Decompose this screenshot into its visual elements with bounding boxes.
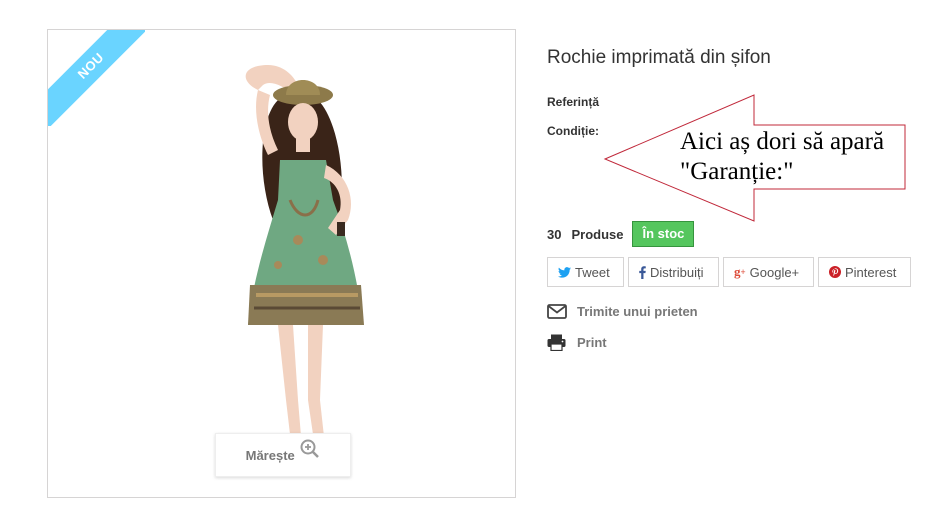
pinterest-button[interactable]: Pinterest xyxy=(818,257,911,287)
quantity-label: Produse xyxy=(571,226,624,242)
annotation-line-1: Aici aș dori să apară xyxy=(680,128,885,155)
facebook-share-label: Distribuiți xyxy=(650,264,704,280)
product-photo xyxy=(245,65,364,475)
google-plus-label: Google+ xyxy=(749,264,800,280)
zoom-in-icon xyxy=(300,433,320,477)
product-image-box[interactable]: NOU Mărește xyxy=(47,29,516,498)
printer-icon xyxy=(547,334,567,351)
facebook-share-button[interactable]: Distribuiți xyxy=(628,257,719,287)
annotation-text: Aici aș dori să apară "Garanție:" xyxy=(680,127,884,187)
facebook-icon xyxy=(639,265,646,279)
social-share-buttons: Tweet Distribuiți g + Google+ Pinterest xyxy=(547,257,911,287)
availability-badge: În stoc xyxy=(632,221,695,247)
google-plus-button[interactable]: g + Google+ xyxy=(723,257,814,287)
zoom-label: Mărește xyxy=(245,448,295,463)
zoom-button[interactable]: Mărește xyxy=(215,433,351,477)
pinterest-label: Pinterest xyxy=(845,264,897,280)
condition-label: Condiție: xyxy=(547,124,599,138)
quantity-value: 30 xyxy=(547,226,562,242)
new-ribbon: NOU xyxy=(48,30,145,126)
envelope-icon xyxy=(547,304,567,319)
google-plus-icon: g + xyxy=(734,264,746,279)
stock-row: 30 Produse În stoc xyxy=(547,221,695,247)
pinterest-icon xyxy=(829,266,841,278)
send-to-friend-label: Trimite unui prieten xyxy=(577,304,698,319)
tweet-button[interactable]: Tweet xyxy=(547,257,624,287)
twitter-icon xyxy=(558,266,571,278)
product-title: Rochie imprimată din șifon xyxy=(547,47,771,68)
print-link[interactable]: Print xyxy=(547,334,607,351)
tweet-label: Tweet xyxy=(575,264,610,280)
new-label: NOU xyxy=(74,49,107,82)
annotation-line-2: "Garanție:" xyxy=(680,158,794,185)
reference-label: Referință xyxy=(547,95,600,109)
send-to-friend-link[interactable]: Trimite unui prieten xyxy=(547,304,698,319)
print-label: Print xyxy=(577,335,607,350)
